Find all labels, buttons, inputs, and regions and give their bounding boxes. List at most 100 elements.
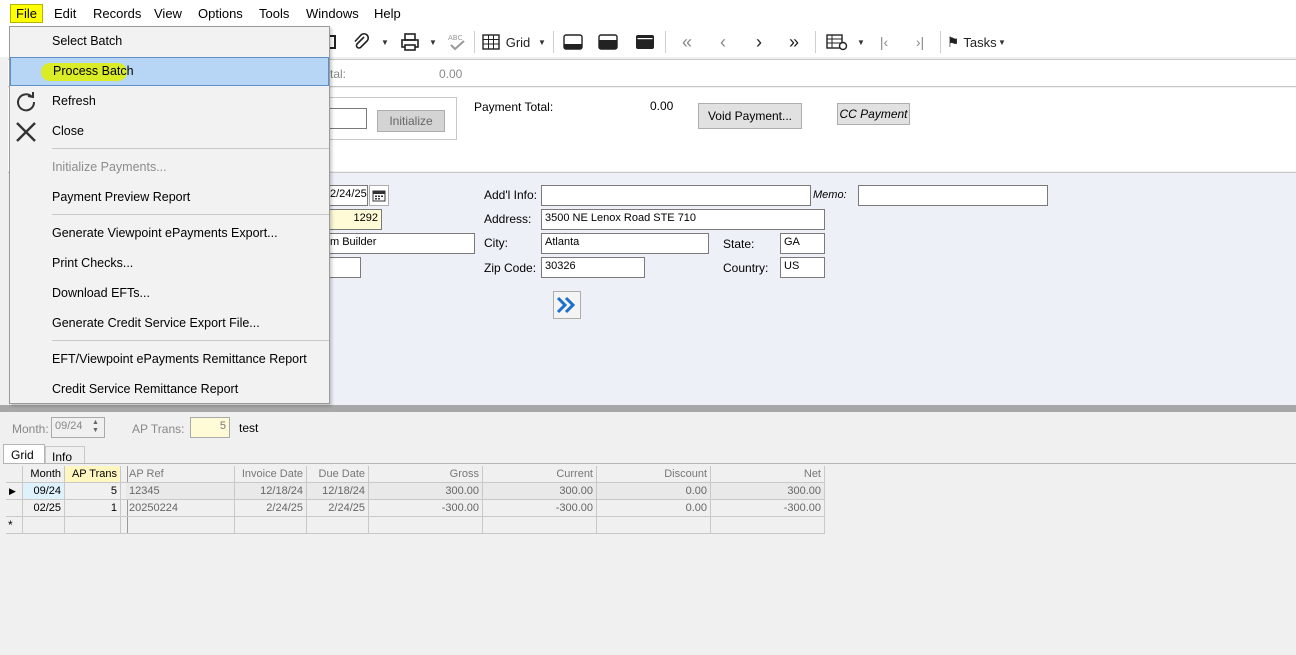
payment-date-field[interactable]: 2/24/25 <box>326 185 368 206</box>
city-field[interactable]: Atlanta <box>541 233 709 254</box>
column-header[interactable]: Month <box>23 466 65 483</box>
address-field[interactable]: 3500 NE Lenox Road STE 710 <box>541 209 825 230</box>
chevron-down-icon[interactable]: ▼ <box>857 32 865 52</box>
column-header[interactable]: AP Trans <box>65 466 121 483</box>
layout-bottom-icon[interactable] <box>562 32 584 52</box>
table-row[interactable]: ▶ 09/24 5 12345 12/18/24 12/18/24 300.00… <box>6 483 826 500</box>
column-header[interactable]: Gross <box>369 466 483 483</box>
grid-cell[interactable]: -300.00 <box>711 500 825 517</box>
menu-item-generate-epayments-export[interactable]: Generate Viewpoint ePayments Export... <box>10 219 329 248</box>
tasks-menu-label[interactable]: Tasks <box>963 32 997 52</box>
grid-cell[interactable]: 2/24/25 <box>307 500 369 517</box>
layout-middle-icon[interactable] <box>597 32 619 52</box>
menu-item-close[interactable]: Close <box>10 117 329 146</box>
first-record-icon[interactable]: « <box>676 32 698 52</box>
table-row[interactable]: 02/25 1 20250224 2/24/25 2/24/25 -300.00… <box>6 500 826 517</box>
menu-tools[interactable]: Tools <box>259 6 289 21</box>
menu-records[interactable]: Records <box>93 6 141 21</box>
menu-help[interactable]: Help <box>374 6 401 21</box>
grid-cell[interactable]: -300.00 <box>369 500 483 517</box>
chevron-down-icon[interactable]: ▼ <box>998 32 1006 52</box>
country-field[interactable]: US <box>780 257 825 278</box>
calendar-icon[interactable] <box>369 185 389 206</box>
tab-grid[interactable]: Grid <box>3 444 45 464</box>
print-icon[interactable] <box>398 32 422 52</box>
flag-icon[interactable]: ⚑ <box>946 32 960 52</box>
column-header[interactable]: Net <box>711 466 825 483</box>
grid-cell[interactable]: 0.00 <box>597 500 711 517</box>
grid-cell[interactable]: -300.00 <box>483 500 597 517</box>
initialize-input[interactable] <box>326 108 367 129</box>
new-row[interactable]: * <box>6 517 826 534</box>
menu-item-refresh[interactable]: Refresh <box>10 87 329 116</box>
first-page-icon[interactable]: |‹ <box>874 32 894 52</box>
menu-view[interactable]: View <box>154 6 182 21</box>
grid-cell[interactable]: 300.00 <box>369 483 483 500</box>
pane-splitter[interactable] <box>0 405 1296 412</box>
grid-cell[interactable] <box>126 517 235 534</box>
payee-name-field[interactable]: m Builder <box>326 233 475 254</box>
grid-cell[interactable]: 12/18/24 <box>307 483 369 500</box>
grid-cell[interactable]: 5 <box>65 483 121 500</box>
grid-cell[interactable] <box>307 517 369 534</box>
menu-item-print-checks[interactable]: Print Checks... <box>10 249 329 278</box>
menu-file[interactable]: File <box>10 4 43 23</box>
grid-cell[interactable] <box>369 517 483 534</box>
zip-code-field[interactable]: 30326 <box>541 257 645 278</box>
next-record-icon[interactable]: › <box>748 32 770 52</box>
column-header[interactable]: Discount <box>597 466 711 483</box>
chevron-down-icon[interactable]: ▼ <box>381 32 389 52</box>
extra-field[interactable] <box>326 257 361 278</box>
column-header[interactable]: Invoice Date <box>235 466 307 483</box>
menu-item-download-efts[interactable]: Download EFTs... <box>10 279 329 308</box>
last-record-icon[interactable]: » <box>783 32 805 52</box>
grid-view-label[interactable]: Grid <box>505 32 531 52</box>
grid-cell[interactable] <box>235 517 307 534</box>
menu-item-generate-credit-service-export[interactable]: Generate Credit Service Export File... <box>10 309 329 338</box>
grid-cell[interactable]: 12/18/24 <box>235 483 307 500</box>
grid-cell[interactable]: 300.00 <box>711 483 825 500</box>
grid-cell[interactable] <box>483 517 597 534</box>
grid-cell[interactable]: 02/25 <box>23 500 65 517</box>
menu-edit[interactable]: Edit <box>54 6 76 21</box>
menu-item-payment-preview-report[interactable]: Payment Preview Report <box>10 183 329 212</box>
menu-item-eft-remittance-report[interactable]: EFT/Viewpoint ePayments Remittance Repor… <box>10 345 329 374</box>
state-field[interactable]: GA <box>780 233 825 254</box>
grid-cell[interactable]: 12345 <box>126 483 235 500</box>
grid-cell[interactable]: 2/24/25 <box>235 500 307 517</box>
column-header[interactable]: Due Date <box>307 466 369 483</box>
check-number-field[interactable]: 1292 <box>326 209 382 230</box>
forward-arrows-icon[interactable] <box>553 291 581 319</box>
menu-windows[interactable]: Windows <box>306 6 359 21</box>
column-header[interactable]: AP Ref <box>126 466 235 483</box>
menu-item-select-batch[interactable]: Select Batch <box>10 27 329 56</box>
void-payment-button[interactable]: Void Payment... <box>698 103 802 129</box>
memo-field[interactable] <box>858 185 1048 206</box>
last-page-icon[interactable]: ›| <box>910 32 930 52</box>
menu-item-credit-service-remittance-report[interactable]: Credit Service Remittance Report <box>10 375 329 404</box>
addl-info-field[interactable] <box>541 185 811 206</box>
grid-cell[interactable] <box>711 517 825 534</box>
menu-options[interactable]: Options <box>198 6 243 21</box>
grid-cell[interactable] <box>65 517 121 534</box>
menu-item-process-batch[interactable]: Process Batch <box>10 57 329 86</box>
spellcheck-icon[interactable]: ABC <box>445 32 469 52</box>
grid-cell[interactable]: 300.00 <box>483 483 597 500</box>
chevron-down-icon[interactable]: ▼ <box>538 32 546 52</box>
attachment-icon[interactable] <box>349 32 373 52</box>
layout-top-icon[interactable] <box>634 32 656 52</box>
grid-cell[interactable]: 1 <box>65 500 121 517</box>
column-header[interactable]: Current <box>483 466 597 483</box>
grid-cell[interactable]: 20250224 <box>126 500 235 517</box>
table-settings-icon[interactable] <box>824 32 850 52</box>
initialize-button[interactable]: Initialize <box>377 110 445 132</box>
grid-cell[interactable] <box>597 517 711 534</box>
cc-payment-button[interactable]: CC Payment <box>837 103 910 125</box>
spinner-icon[interactable]: ▲ ▼ <box>92 419 99 435</box>
grid-cell[interactable]: 0.00 <box>597 483 711 500</box>
chevron-down-icon[interactable]: ▼ <box>429 32 437 52</box>
tab-info[interactable]: Info <box>45 446 85 464</box>
row-selector[interactable] <box>6 500 23 517</box>
previous-record-icon[interactable]: ‹ <box>712 32 734 52</box>
grid-cell[interactable]: 09/24 <box>23 483 65 500</box>
